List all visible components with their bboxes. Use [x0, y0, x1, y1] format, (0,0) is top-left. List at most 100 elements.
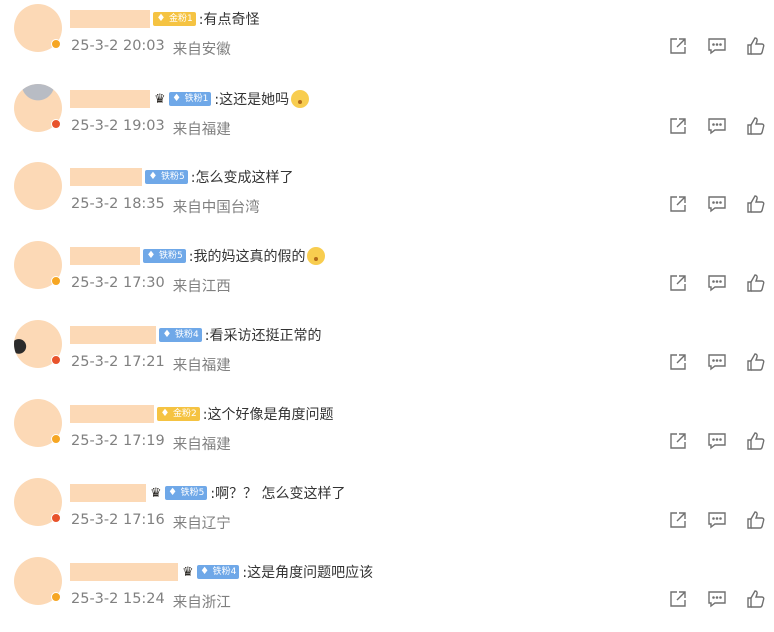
fan-badge-label: 铁粉5	[161, 172, 185, 182]
share-icon	[670, 512, 686, 528]
comment-icon	[708, 591, 726, 608]
comment-location: 来自中国台湾	[172, 200, 260, 216]
comment-line: ♦ 铁粉5 :怎么变成这样了	[70, 166, 293, 188]
comment-text: :这个好像是角度问题	[202, 407, 334, 423]
comment-actions	[668, 589, 766, 609]
share-icon	[670, 591, 686, 607]
username-redacted[interactable]	[70, 247, 140, 265]
avatar[interactable]	[14, 478, 62, 526]
fan-badge: ♦ 铁粉5	[164, 486, 208, 500]
comment-location: 来自辽宁	[172, 516, 231, 532]
like-icon	[747, 37, 765, 55]
like-button[interactable]	[746, 36, 766, 56]
crown-icon: ♛	[182, 564, 194, 580]
like-icon	[747, 274, 765, 292]
reply-button[interactable]	[707, 431, 727, 451]
comment-time: 25-3-2 20:03	[71, 38, 165, 54]
avatar[interactable]	[14, 162, 62, 210]
share-button[interactable]	[668, 510, 688, 530]
like-button[interactable]	[746, 273, 766, 293]
fan-badge-label: 金粉1	[169, 14, 193, 24]
comment-meta: 25-3-2 19:03 来自福建	[71, 118, 231, 139]
comment-item: ♛ ♦ 铁粉4 :这是角度问题吧应该 25-3-2 15:24 来自浙江	[0, 553, 774, 632]
avatar[interactable]	[14, 241, 62, 289]
avatar[interactable]	[14, 4, 62, 52]
avatar[interactable]	[14, 84, 62, 132]
username-redacted[interactable]	[70, 10, 150, 28]
comment-item: ♦ 金粉2 :这个好像是角度问题 25-3-2 17:19 来自福建	[0, 395, 774, 474]
share-icon	[670, 433, 686, 449]
comment-line: ♦ 铁粉5 :我的妈这真的假的	[70, 245, 326, 267]
fan-badge-icon: ♦	[200, 566, 210, 577]
username-redacted[interactable]	[70, 563, 178, 581]
avatar[interactable]	[14, 320, 62, 368]
avatar-badge-dot	[51, 39, 61, 49]
like-button[interactable]	[746, 431, 766, 451]
like-button[interactable]	[746, 194, 766, 214]
reply-button[interactable]	[707, 36, 727, 56]
reply-button[interactable]	[707, 194, 727, 214]
comment-icon	[708, 512, 726, 529]
avatar-badge-dot	[51, 119, 61, 129]
comment-line: ♛ ♦ 铁粉1 :这还是她吗	[70, 88, 310, 110]
username-redacted[interactable]	[70, 405, 154, 423]
reply-button[interactable]	[707, 352, 727, 372]
reply-button[interactable]	[707, 510, 727, 530]
comment-icon	[708, 38, 726, 55]
reply-button[interactable]	[707, 589, 727, 609]
reply-button[interactable]	[707, 273, 727, 293]
reply-button[interactable]	[707, 116, 727, 136]
comment-meta: 25-3-2 18:35 来自中国台湾	[71, 196, 260, 217]
share-button[interactable]	[668, 589, 688, 609]
share-icon	[670, 354, 686, 370]
username-redacted[interactable]	[70, 484, 146, 502]
comment-location: 来自福建	[172, 437, 231, 453]
fan-badge: ♦ 铁粉4	[159, 328, 202, 342]
comment-meta: 25-3-2 17:30 来自江西	[71, 275, 231, 296]
comment-text: :我的妈这真的假的	[188, 249, 306, 265]
fan-badge-label: 铁粉5	[180, 488, 205, 498]
avatar[interactable]	[14, 399, 62, 447]
username-redacted[interactable]	[70, 168, 142, 186]
comment-time: 25-3-2 17:30	[71, 275, 165, 291]
fan-badge-icon: ♦	[148, 171, 158, 182]
avatar-badge-dot	[51, 513, 61, 523]
comment-time: 25-3-2 17:19	[71, 433, 165, 449]
username-redacted[interactable]	[70, 326, 156, 344]
like-button[interactable]	[746, 116, 766, 136]
comment-actions	[668, 194, 766, 214]
share-button[interactable]	[668, 431, 688, 451]
share-button[interactable]	[668, 116, 688, 136]
like-button[interactable]	[746, 352, 766, 372]
comment-text: :这是角度问题吧应该	[242, 565, 374, 581]
fan-badge: ♦ 金粉1	[153, 12, 196, 26]
crown-icon: ♛	[150, 485, 162, 501]
fan-badge-icon: ♦	[156, 13, 166, 24]
like-button[interactable]	[746, 589, 766, 609]
share-button[interactable]	[668, 352, 688, 372]
avatar[interactable]	[14, 557, 62, 605]
fan-badge-label: 铁粉4	[175, 330, 199, 340]
share-icon	[670, 275, 686, 291]
comment-time: 25-3-2 17:16	[71, 512, 165, 528]
surprised-emoji-icon	[307, 247, 326, 265]
comment-text: :这还是她吗	[214, 92, 290, 108]
share-button[interactable]	[668, 36, 688, 56]
avatar-badge-dot	[51, 355, 61, 365]
like-button[interactable]	[746, 510, 766, 530]
comment-icon	[708, 118, 726, 135]
comment-item: ♛ ♦ 铁粉5 :啊？？ 怎么变这样了 25-3-2 17:16 来自辽宁	[0, 474, 774, 553]
share-icon	[670, 38, 686, 54]
fan-badge: ♦ 铁粉1	[168, 92, 212, 106]
like-icon	[747, 432, 765, 450]
comment-time: 25-3-2 19:03	[71, 118, 165, 134]
comment-line: ♦ 金粉1 :有点奇怪	[70, 8, 259, 30]
username-redacted[interactable]	[70, 90, 150, 108]
comment-meta: 25-3-2 20:03 来自安徽	[71, 38, 231, 59]
comment-line: ♛ ♦ 铁粉5 :啊？？ 怎么变这样了	[70, 482, 346, 504]
fan-badge: ♦ 金粉2	[157, 407, 200, 421]
share-button[interactable]	[668, 273, 688, 293]
share-button[interactable]	[668, 194, 688, 214]
avatar-badge-dot	[51, 592, 61, 602]
comment-actions	[668, 431, 766, 451]
